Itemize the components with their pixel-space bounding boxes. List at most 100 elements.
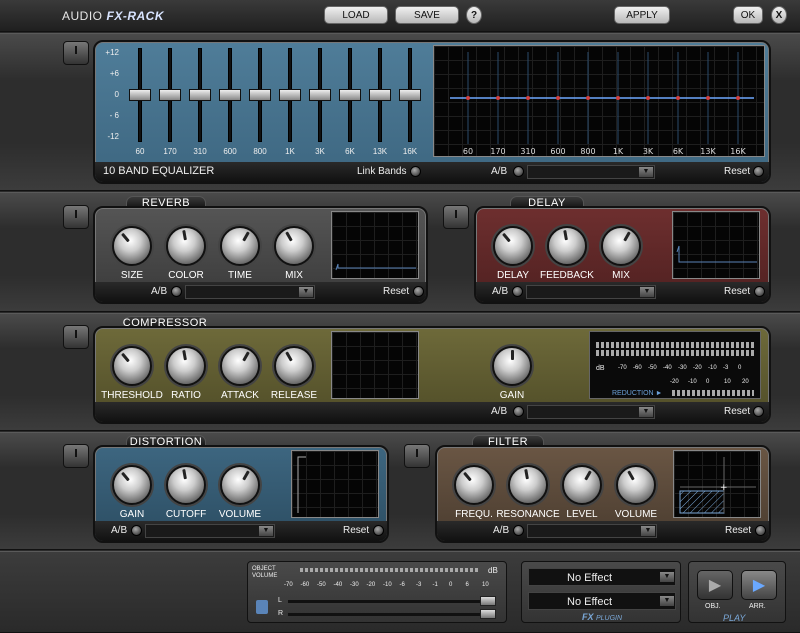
channel-r-label: R <box>278 610 284 617</box>
close-button[interactable]: X <box>771 6 787 24</box>
eq-curve-point[interactable] <box>496 96 500 100</box>
play-obj-button[interactable]: ▶ <box>697 570 733 600</box>
plugin-slot-1[interactable]: No Effect ▼ <box>528 568 676 586</box>
eq-preset-dropdown[interactable]: ▼ <box>527 165 655 179</box>
eq-reset-button[interactable] <box>753 166 764 177</box>
compressor-knob-release[interactable] <box>274 346 314 386</box>
eq-curve-point[interactable] <box>736 96 740 100</box>
reverb-knob-size[interactable] <box>112 226 152 266</box>
lock-icon[interactable] <box>256 600 268 614</box>
compressor-knob-threshold[interactable] <box>112 346 152 386</box>
eq-slider-thumb[interactable] <box>249 89 271 101</box>
distortion-knob-cutoff[interactable] <box>166 465 206 505</box>
delay-knob-delay[interactable] <box>493 226 533 266</box>
volume-l-thumb[interactable] <box>480 596 496 606</box>
delay-power-switch[interactable] <box>443 205 469 229</box>
svg-text:+: + <box>720 483 728 493</box>
meter-bottom-scale-label: 0 <box>706 379 710 385</box>
reverb-knob-label: MIX <box>285 270 303 281</box>
reverb-knob-color[interactable] <box>166 226 206 266</box>
reverb-reset-button[interactable] <box>413 286 424 297</box>
volume-led-strip <box>300 568 480 572</box>
eq-curve-point[interactable] <box>526 96 530 100</box>
ok-button[interactable]: OK <box>733 6 763 24</box>
filter-knob-frequ[interactable] <box>454 465 494 505</box>
filter-knob-volume[interactable] <box>616 465 656 505</box>
compressor-bottom-bar: A/B ▼ Reset <box>95 402 769 422</box>
compressor-ab-toggle[interactable] <box>513 406 524 417</box>
eq-curve-point[interactable] <box>616 96 620 100</box>
reverb-knob-time[interactable] <box>220 226 260 266</box>
distortion-power-switch[interactable] <box>63 444 89 468</box>
filter-ab-toggle[interactable] <box>513 525 524 536</box>
eq-curve-point[interactable] <box>586 96 590 100</box>
link-bands-toggle[interactable] <box>410 166 421 177</box>
chevron-down-icon: ▼ <box>641 526 655 536</box>
eq-slider-thumb[interactable] <box>339 89 361 101</box>
compressor-knob-attack[interactable] <box>220 346 260 386</box>
distortion-preset-dropdown[interactable]: ▼ <box>145 524 275 538</box>
apply-button[interactable]: APPLY <box>614 6 670 24</box>
eq-ab-toggle[interactable] <box>513 166 524 177</box>
eq-ab-label: A/B <box>491 166 508 177</box>
chevron-down-icon: ▼ <box>639 407 653 417</box>
compressor-reset-button[interactable] <box>753 406 764 417</box>
load-button[interactable]: LOAD <box>324 6 388 24</box>
compressor-knob-ratio[interactable] <box>166 346 206 386</box>
eq-curve-point[interactable] <box>676 96 680 100</box>
eq-curve-band-label: 60 <box>463 147 473 156</box>
eq-slider-thumb[interactable] <box>309 89 331 101</box>
reverb-knob-mix[interactable] <box>274 226 314 266</box>
filter-power-switch[interactable] <box>404 444 430 468</box>
eq-slider-thumb[interactable] <box>399 89 421 101</box>
distortion-ab-toggle[interactable] <box>131 525 142 536</box>
reverb-ab-toggle[interactable] <box>171 286 182 297</box>
reverb-power-switch[interactable] <box>63 205 89 229</box>
eq-power-switch[interactable] <box>63 41 89 65</box>
eq-slider-thumb[interactable] <box>369 89 391 101</box>
play-arr-button[interactable]: ▶ <box>741 570 777 600</box>
filter-knob-level[interactable] <box>562 465 602 505</box>
eq-curve-point[interactable] <box>706 96 710 100</box>
distortion-reset-button[interactable] <box>373 525 384 536</box>
help-button[interactable]: ? <box>466 6 482 24</box>
eq-slider-thumb[interactable] <box>129 89 151 101</box>
eq-slider-thumb[interactable] <box>159 89 181 101</box>
eq-slider-thumb[interactable] <box>279 89 301 101</box>
delay-ab-toggle[interactable] <box>512 286 523 297</box>
eq-slider-thumb[interactable] <box>219 89 241 101</box>
knob-indicator <box>285 231 293 242</box>
filter-preset-dropdown[interactable]: ▼ <box>527 524 657 538</box>
eq-curve-point[interactable] <box>466 96 470 100</box>
filter-knob-resonance[interactable] <box>508 465 548 505</box>
eq-scale-label: 0 <box>114 90 119 99</box>
volume-r-slider[interactable] <box>288 613 484 616</box>
distortion-knob-gain[interactable] <box>112 465 152 505</box>
object-volume-label-2: VOLUME <box>252 573 278 579</box>
plugin-slot-2[interactable]: No Effect ▼ <box>528 592 676 610</box>
distortion-knob-volume[interactable] <box>220 465 260 505</box>
compressor-panel: THRESHOLD RATIO ATTACK RELEASE GAIN dB -70-… <box>93 326 771 424</box>
delay-reset-button[interactable] <box>754 286 765 297</box>
eq-band-label: 3K <box>315 147 325 156</box>
app-title-brand: FX-RACK <box>106 9 165 23</box>
compressor-preset-dropdown[interactable]: ▼ <box>527 405 655 419</box>
eq-curve-point[interactable] <box>646 96 650 100</box>
eq-slider-thumb[interactable] <box>189 89 211 101</box>
reverb-preset-dropdown[interactable]: ▼ <box>185 285 315 299</box>
filter-reset-button[interactable] <box>755 525 766 536</box>
chevron-down-icon: ▼ <box>640 287 654 297</box>
delay-knob-mix[interactable] <box>601 226 641 266</box>
eq-curve-band-label: 800 <box>580 147 595 156</box>
compressor-power-switch[interactable] <box>63 325 89 349</box>
save-button[interactable]: SAVE <box>395 6 459 24</box>
delay-knob-feedback[interactable] <box>547 226 587 266</box>
meter-top-scale-label: -3 <box>723 365 729 371</box>
eq-curve-point[interactable] <box>556 96 560 100</box>
reverb-bottom-bar: A/B ▼ Reset <box>95 282 426 302</box>
compressor-knob-gain[interactable] <box>492 346 532 386</box>
volume-r-thumb[interactable] <box>480 609 496 619</box>
compressor-knobs: THRESHOLD RATIO ATTACK RELEASE <box>95 340 325 402</box>
volume-l-slider[interactable] <box>288 600 484 603</box>
delay-preset-dropdown[interactable]: ▼ <box>526 285 656 299</box>
